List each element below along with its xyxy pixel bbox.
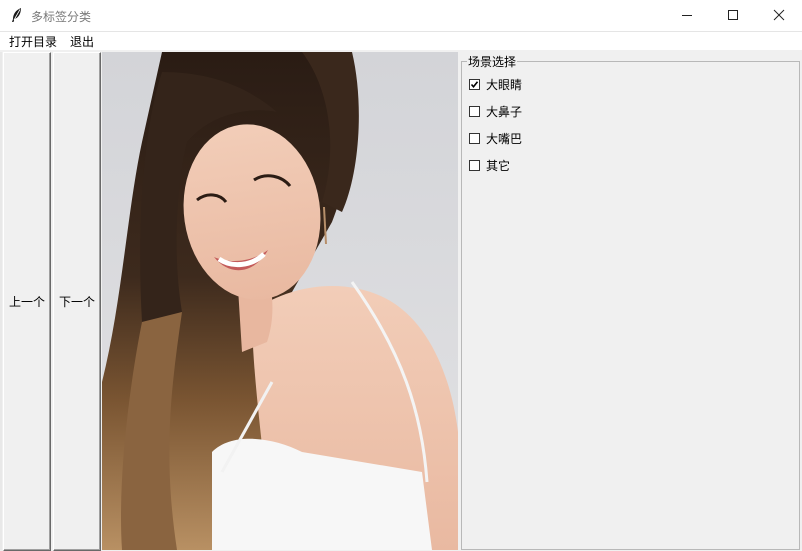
option-label: 大眼睛: [486, 77, 523, 92]
next-button-label: 下一个: [58, 295, 95, 309]
title-bar: 多标签分类: [0, 0, 802, 32]
left-edge: [0, 52, 2, 550]
image-preview: [102, 52, 458, 550]
prev-button-label: 上一个: [8, 295, 45, 309]
close-icon: [773, 9, 785, 21]
option-other[interactable]: 其它: [469, 156, 510, 174]
window-title: 多标签分类: [31, 10, 92, 24]
option-big-nose[interactable]: 大鼻子: [469, 102, 522, 120]
checkbox-big-eyes[interactable]: [469, 78, 480, 90]
maximize-icon: [728, 10, 738, 20]
close-button[interactable]: [756, 0, 802, 31]
feather-icon: [10, 7, 24, 23]
maximize-button[interactable]: [710, 0, 756, 31]
menu-open-directory[interactable]: 打开目录: [9, 33, 57, 50]
checkbox-big-mouth[interactable]: [469, 132, 480, 144]
checkmark-icon: [470, 80, 479, 88]
option-big-mouth[interactable]: 大嘴巴: [469, 129, 522, 147]
checkbox-other[interactable]: [469, 159, 480, 171]
option-label: 大嘴巴: [486, 131, 523, 146]
scene-selection-title: 场景选择: [467, 53, 518, 70]
option-label: 大鼻子: [486, 104, 523, 119]
menu-exit[interactable]: 退出: [70, 33, 94, 50]
checkbox-big-nose[interactable]: [469, 105, 480, 117]
prev-button[interactable]: 上一个: [3, 52, 51, 551]
option-big-eyes[interactable]: 大眼睛: [469, 75, 522, 93]
minimize-button[interactable]: [664, 0, 710, 31]
menu-bar: 打开目录 退出: [0, 32, 802, 50]
next-button[interactable]: 下一个: [53, 52, 101, 551]
minimize-icon: [682, 15, 692, 16]
option-label: 其它: [486, 158, 511, 173]
